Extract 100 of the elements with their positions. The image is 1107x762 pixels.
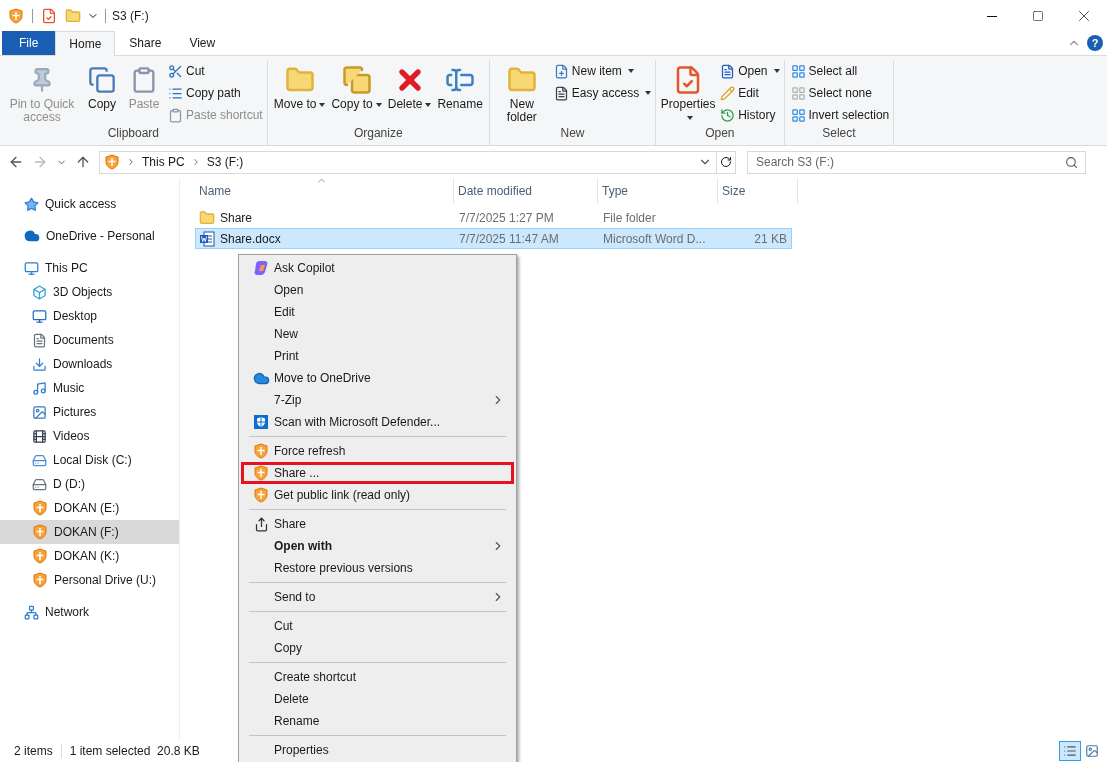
copy-icon — [341, 65, 372, 95]
sidebar-item[interactable]: Music — [0, 376, 179, 400]
sidebar-item[interactable]: Videos — [0, 424, 179, 448]
breadcrumb[interactable]: This PC — [142, 153, 185, 171]
menu-item[interactable]: Ask Copilot — [241, 257, 514, 279]
ribbon-button[interactable]: Cut — [168, 62, 263, 80]
menu-item[interactable]: Edit — [241, 301, 514, 323]
menu-item[interactable]: Move to OneDrive — [241, 367, 514, 389]
minimize-icon — [987, 15, 997, 17]
caret-icon — [627, 69, 634, 73]
column-header[interactable]: Name — [195, 178, 454, 204]
sidebar-item[interactable]: DOKAN (F:) — [0, 520, 179, 544]
refresh-button[interactable] — [716, 150, 736, 174]
shield-icon — [32, 500, 48, 516]
sidebar-item[interactable]: OneDrive - Personal — [0, 224, 179, 248]
document-icon — [32, 332, 47, 348]
menu-item[interactable]: Cut — [241, 615, 514, 637]
forward-icon[interactable] — [32, 154, 48, 170]
sidebar-item[interactable]: 3D Objects — [0, 280, 179, 304]
ribbon-tab[interactable]: File — [2, 31, 56, 55]
ribbon-button[interactable]: Delete — [385, 60, 434, 124]
ribbon-button[interactable]: Select none — [790, 84, 890, 102]
menu-item[interactable]: Properties — [241, 739, 514, 761]
ribbon-tab[interactable]: Share — [115, 31, 176, 55]
refresh-icon — [720, 156, 732, 168]
column-header[interactable]: Date modified — [454, 178, 598, 204]
sidebar-item[interactable]: DOKAN (K:) — [0, 544, 179, 568]
menu-item[interactable]: Open with — [241, 535, 514, 557]
menu-item[interactable]: Delete — [241, 688, 514, 710]
ribbon-button[interactable]: Select all — [790, 62, 890, 80]
shield-icon — [253, 465, 269, 481]
sidebar-item[interactable]: Downloads — [0, 352, 179, 376]
ribbon-button[interactable]: Copy — [82, 60, 122, 124]
menu-item[interactable]: Copy — [241, 637, 514, 659]
ribbon-button[interactable]: Invert selection — [790, 106, 890, 124]
menu-item[interactable]: Rename — [241, 710, 514, 732]
menu-item[interactable]: Share — [241, 513, 514, 535]
shield-icon — [32, 572, 48, 588]
menu-item[interactable]: New — [241, 323, 514, 345]
window-title: S3 (F:) — [112, 8, 149, 25]
menu-item[interactable]: Send to — [241, 586, 514, 608]
ribbon-button[interactable]: Copy to — [329, 60, 384, 124]
file-row[interactable]: Share.docx 7/7/2025 11:47 AM Microsoft Word D... 21 KB — [195, 228, 792, 249]
menu-item[interactable]: Scan with Microsoft Defender... — [241, 411, 514, 433]
column-header[interactable]: Type — [598, 178, 718, 204]
menu-item[interactable]: Restore previous versions — [241, 557, 514, 579]
search-icon — [1065, 155, 1078, 169]
sidebar-item[interactable]: D (D:) — [0, 472, 179, 496]
ribbon-button[interactable]: Rename — [435, 60, 485, 124]
size-cell: 21 KB — [754, 231, 787, 246]
menu-item[interactable]: 7-Zip — [241, 389, 514, 411]
shield-icon — [32, 548, 48, 564]
properties-icon[interactable] — [41, 8, 57, 24]
back-icon[interactable] — [8, 154, 24, 170]
breadcrumb[interactable]: S3 (F:) — [206, 153, 244, 171]
menu-item[interactable]: Force refresh — [241, 440, 514, 462]
word-document-icon — [199, 230, 215, 247]
scissors-icon — [168, 63, 183, 79]
star-icon — [24, 196, 39, 212]
ribbon-tab[interactable]: View — [175, 31, 230, 55]
menu-item[interactable]: Share ... — [241, 462, 514, 484]
sidebar-item[interactable]: Documents — [0, 328, 179, 352]
ribbon-button[interactable]: New folder — [493, 60, 550, 124]
music-note-icon — [32, 380, 47, 396]
sidebar-item[interactable]: Desktop — [0, 304, 179, 328]
details-view-button[interactable] — [1059, 741, 1081, 761]
network-icon — [24, 604, 39, 620]
sidebar-item[interactable]: This PC — [0, 256, 179, 280]
ribbon-button[interactable]: Easy access — [553, 84, 652, 102]
cloud-icon — [24, 228, 40, 244]
sidebar-item[interactable]: Quick access — [0, 192, 179, 216]
search-field[interactable]: Search S3 (F:) — [747, 150, 1086, 174]
ribbon-button[interactable]: Open — [720, 62, 780, 80]
address-bar[interactable]: This PC S3 (F:) — [99, 150, 717, 174]
help-icon[interactable]: ? — [1087, 35, 1103, 51]
ribbon-button[interactable]: Move to — [271, 60, 328, 124]
sidebar-item[interactable]: Network — [0, 600, 179, 624]
ribbon-button[interactable]: Properties — [660, 60, 717, 124]
ribbon-button[interactable]: History — [720, 106, 780, 124]
menu-item[interactable]: Open — [241, 279, 514, 301]
cube-icon — [32, 284, 47, 300]
menu-item[interactable]: Print — [241, 345, 514, 367]
copy-icon — [88, 66, 116, 94]
ribbon-tab[interactable]: Home — [55, 31, 116, 56]
sidebar-item[interactable]: Pictures — [0, 400, 179, 424]
sidebar-item[interactable]: Local Disk (C:) — [0, 448, 179, 472]
ribbon-button[interactable]: Copy path — [168, 84, 263, 102]
menu-item[interactable]: Create shortcut — [241, 666, 514, 688]
file-row[interactable]: Share 7/7/2025 1:27 PM File folder — [195, 207, 792, 228]
list-icon — [1063, 744, 1077, 758]
caret-icon — [319, 102, 326, 107]
download-icon — [32, 356, 47, 372]
sidebar-item[interactable]: DOKAN (E:) — [0, 496, 179, 520]
ribbon-button[interactable]: New item — [553, 62, 652, 80]
ribbon-button[interactable]: Edit — [720, 84, 780, 102]
folder-icon[interactable] — [65, 8, 81, 24]
menu-item[interactable]: Get public link (read only) — [241, 484, 514, 506]
sidebar-item[interactable]: Personal Drive (U:) — [0, 568, 179, 592]
column-header[interactable]: Size — [718, 178, 798, 204]
up-icon[interactable] — [75, 154, 91, 170]
